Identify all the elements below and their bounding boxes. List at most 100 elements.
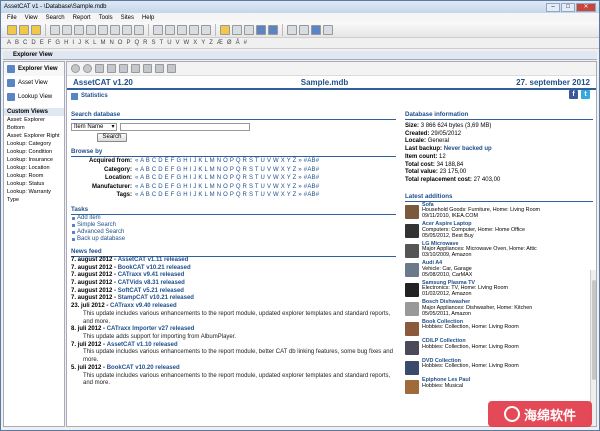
statistics-link[interactable]: Statistics [67, 90, 596, 102]
delete-icon[interactable] [110, 24, 120, 35]
task-link[interactable]: Add item [71, 215, 396, 222]
alphabet-letter[interactable]: J [78, 40, 81, 46]
maximize-button[interactable]: □ [561, 2, 575, 12]
view-explorer[interactable]: Explorer View [4, 62, 64, 76]
back-icon[interactable] [232, 24, 242, 35]
alphabet-letter[interactable]: D [31, 40, 35, 46]
report-icon[interactable] [299, 24, 309, 35]
menu-tools[interactable]: Tools [99, 15, 113, 21]
close-button[interactable]: ✕ [576, 2, 596, 12]
alphabet-letter[interactable]: L [93, 40, 96, 46]
zoom-icon[interactable] [131, 64, 140, 73]
back-icon[interactable] [71, 64, 80, 73]
save-icon[interactable] [155, 64, 164, 73]
browse-letters[interactable]: « A B C D E F G H I J K L M N O P Q R S … [135, 166, 319, 175]
item-thumbnail[interactable] [405, 263, 419, 278]
alphabet-letter[interactable]: E [40, 40, 44, 46]
alphabet-letter[interactable]: Å [236, 40, 240, 46]
alphabet-letter[interactable]: C [23, 40, 27, 46]
custom-view-item[interactable]: Asset: Explorer Bottom [4, 116, 64, 132]
alphabet-letter[interactable]: B [15, 40, 19, 46]
last-record-icon[interactable] [86, 24, 96, 35]
alphabet-letter[interactable]: V [176, 40, 180, 46]
alphabet-letter[interactable]: X [193, 40, 197, 46]
refresh-icon[interactable] [95, 64, 104, 73]
alphabet-letter[interactable]: Ø [227, 40, 232, 46]
prev-record-icon[interactable] [62, 24, 72, 35]
news-title-link[interactable]: CATraxx Importer v27 released [107, 326, 195, 332]
browse-letters[interactable]: « A B C D E F G H I J K L M N O P Q R S … [135, 174, 319, 183]
alphabet-letter[interactable]: S [152, 40, 156, 46]
search-field-select[interactable]: Item Name ▾ [71, 123, 117, 131]
template-icon[interactable] [167, 64, 176, 73]
alphabet-letter[interactable]: Y [201, 40, 205, 46]
search-button[interactable]: Search [97, 133, 127, 142]
item-thumbnail[interactable] [405, 224, 419, 239]
alphabet-letter[interactable]: Æ [217, 40, 223, 46]
sort-icon[interactable] [177, 24, 187, 35]
next-record-icon[interactable] [74, 24, 84, 35]
news-title-link[interactable]: SoftCAT v5.21 released [118, 288, 184, 294]
forward-icon[interactable] [83, 64, 92, 73]
alphabet-letter[interactable]: H [64, 40, 68, 46]
save-icon[interactable] [122, 24, 132, 35]
custom-view-item[interactable]: Lookup: Warranty Type [4, 188, 64, 204]
item-thumbnail[interactable] [405, 360, 419, 375]
browse-letters[interactable]: « A B C D E F G H I J K L M N O P Q R S … [135, 157, 319, 166]
news-title-link[interactable]: CATraxx v9.40 released [110, 303, 177, 309]
alphabet-letter[interactable]: O [118, 40, 123, 46]
facebook-icon[interactable]: f [569, 90, 578, 99]
task-link[interactable]: Advanced Search [71, 229, 396, 236]
alphabet-letter[interactable]: A [7, 40, 11, 46]
news-title-link[interactable]: AssetCAT v1.11 released [118, 257, 189, 263]
menu-report[interactable]: Report [73, 15, 91, 21]
minimize-button[interactable]: – [546, 2, 560, 12]
item-thumbnail[interactable] [405, 204, 419, 219]
item-thumbnail[interactable] [405, 243, 419, 258]
menu-sites[interactable]: Sites [121, 15, 134, 21]
first-record-icon[interactable] [50, 24, 60, 35]
menu-search[interactable]: Search [46, 15, 65, 21]
alphabet-letter[interactable]: U [167, 40, 171, 46]
news-title-link[interactable]: BookCAT v10.21 released [118, 265, 191, 271]
alphabet-letter[interactable]: Q [134, 40, 139, 46]
alphabet-letter[interactable]: G [55, 40, 60, 46]
task-link[interactable]: Simple Search [71, 222, 396, 229]
news-title-link[interactable]: CATraxx v9.41 released [118, 272, 185, 278]
news-title-link[interactable]: AssetCAT v1.10 released [107, 342, 178, 348]
item-thumbnail[interactable] [405, 380, 419, 395]
star-icon[interactable] [19, 24, 29, 35]
home-icon[interactable] [107, 64, 116, 73]
alphabet-letter[interactable]: K [85, 40, 89, 46]
news-title-link[interactable]: BookCAT v10.20 released [107, 365, 180, 371]
key-icon[interactable] [220, 24, 230, 35]
print-icon[interactable] [287, 24, 297, 35]
browse-letters[interactable]: « A B C D E F G H I J K L M N O P Q R S … [135, 191, 319, 200]
alphabet-letter[interactable]: I [72, 40, 74, 46]
menu-help[interactable]: Help [142, 15, 154, 21]
edit-icon[interactable] [134, 24, 144, 35]
custom-view-item[interactable]: Asset: Explorer Right [4, 132, 64, 140]
home-icon[interactable] [7, 24, 17, 35]
menu-file[interactable]: File [7, 15, 17, 21]
window-icon[interactable] [311, 24, 321, 35]
grid-icon[interactable] [256, 24, 266, 35]
list-icon[interactable] [268, 24, 278, 35]
alphabet-letter[interactable]: N [109, 40, 113, 46]
alphabet-letter[interactable]: W [184, 40, 190, 46]
alphabet-letter[interactable]: P [126, 40, 130, 46]
item-thumbnail[interactable] [405, 282, 419, 297]
db-info-value[interactable]: Never backed up [444, 146, 492, 152]
alphabet-letter[interactable]: F [48, 40, 52, 46]
task-link[interactable]: Back up database [71, 236, 396, 243]
news-title-link[interactable]: CATVids v8.31 released [118, 280, 185, 286]
check-icon[interactable] [153, 24, 163, 35]
folder-icon[interactable] [31, 24, 41, 35]
search-icon[interactable] [189, 24, 199, 35]
view-lookup[interactable]: Lookup View [4, 90, 64, 104]
print-icon[interactable] [143, 64, 152, 73]
alphabet-letter[interactable]: R [143, 40, 147, 46]
item-thumbnail[interactable] [405, 341, 419, 356]
alphabet-letter[interactable]: # [244, 40, 247, 46]
alphabet-letter[interactable]: T [160, 40, 164, 46]
